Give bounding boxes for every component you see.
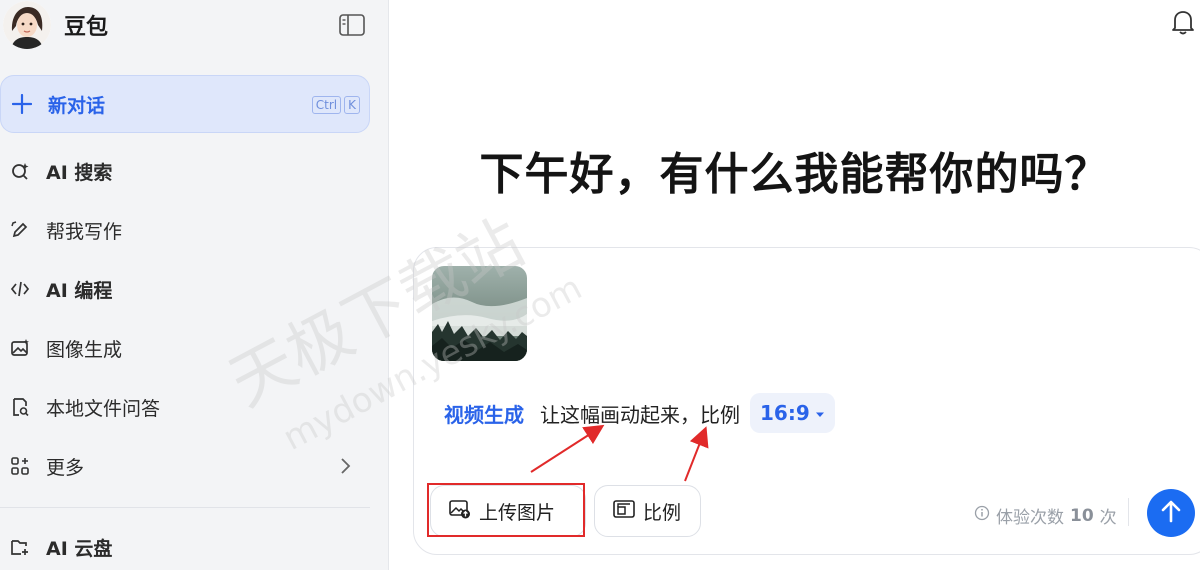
keyboard-shortcut: Ctrl K (311, 96, 360, 114)
sidebar-divider (0, 507, 370, 508)
ratio-label: 比例 (643, 501, 682, 524)
avatar[interactable] (3, 1, 51, 49)
sidebar-item-label: AI 搜索 (46, 161, 113, 184)
info-icon (974, 505, 990, 526)
quota-separator (1128, 498, 1129, 526)
sidebar-item-label: 更多 (46, 456, 85, 479)
upload-image-button[interactable]: 上传图片 (430, 485, 586, 537)
sidebar-toggle-icon[interactable] (337, 12, 367, 38)
sidebar-item-image-gen[interactable]: 图像生成 (0, 325, 370, 371)
upload-image-label: 上传图片 (479, 501, 556, 524)
sidebar-item-label: 帮我写作 (46, 220, 123, 243)
grid-plus-icon (9, 455, 31, 477)
quota-prefix: 体验次数 (996, 508, 1064, 528)
sidebar: 豆包 新对话 Ctrl K AI 搜索 帮我写作 AI 编程 图像生成 本地文件… (0, 0, 389, 570)
chevron-right-icon (340, 456, 352, 480)
aspect-ratio-icon (613, 500, 635, 522)
notification-bell-icon[interactable] (1170, 8, 1196, 36)
file-search-icon (9, 396, 31, 418)
prompt-row[interactable]: 视频生成 让这幅画动起来，比例 16:9 (444, 393, 835, 433)
caret-down-icon (815, 404, 825, 423)
quota-suffix: 次 (1099, 508, 1117, 528)
pen-icon (9, 219, 31, 241)
trial-quota: 体验次数 10 次 (974, 503, 1117, 528)
ratio-value: 16:9 (760, 401, 810, 425)
search-spark-icon (9, 160, 31, 182)
sidebar-item-label: AI 云盘 (46, 537, 113, 560)
sidebar-item-ai-search[interactable]: AI 搜索 (0, 148, 370, 194)
app-name: 豆包 (64, 15, 109, 40)
brand[interactable]: 豆包 (3, 0, 108, 50)
prompt-text[interactable]: 让这幅画动起来，比例 (540, 399, 740, 428)
arrow-up-icon (1160, 499, 1182, 527)
sidebar-item-coding[interactable]: AI 编程 (0, 266, 370, 312)
ratio-dropdown[interactable]: 16:9 (750, 393, 835, 433)
sidebar-item-writing[interactable]: 帮我写作 (0, 207, 370, 253)
code-icon (9, 278, 31, 300)
greeting-title: 下午好，有什么我能帮你的吗？ (479, 149, 1110, 200)
new-chat-button[interactable]: 新对话 Ctrl K (0, 75, 370, 133)
image-upload-icon (449, 499, 471, 523)
video-gen-tag[interactable]: 视频生成 (444, 399, 524, 428)
image-icon (9, 337, 31, 359)
sidebar-item-label: AI 编程 (46, 279, 113, 302)
kbd-k: K (344, 96, 360, 114)
sidebar-item-label: 本地文件问答 (46, 397, 161, 420)
ratio-button[interactable]: 比例 (594, 485, 701, 537)
sidebar-item-cloud-drive[interactable]: AI 云盘 (0, 524, 370, 570)
send-button[interactable] (1147, 489, 1195, 537)
uploaded-image-thumbnail[interactable] (432, 266, 527, 361)
kbd-ctrl: Ctrl (311, 96, 342, 114)
sidebar-item-label: 图像生成 (46, 338, 123, 361)
sidebar-item-file-qa[interactable]: 本地文件问答 (0, 384, 370, 430)
quota-count: 10 (1070, 505, 1094, 526)
cloud-drive-icon (9, 536, 31, 558)
new-chat-label: 新对话 (48, 94, 106, 117)
sidebar-item-more[interactable]: 更多 (0, 443, 370, 489)
plus-icon (11, 93, 33, 115)
composer-card: 视频生成 让这幅画动起来，比例 16:9 上传图片 比例 体验次数 10 次 (413, 247, 1200, 555)
